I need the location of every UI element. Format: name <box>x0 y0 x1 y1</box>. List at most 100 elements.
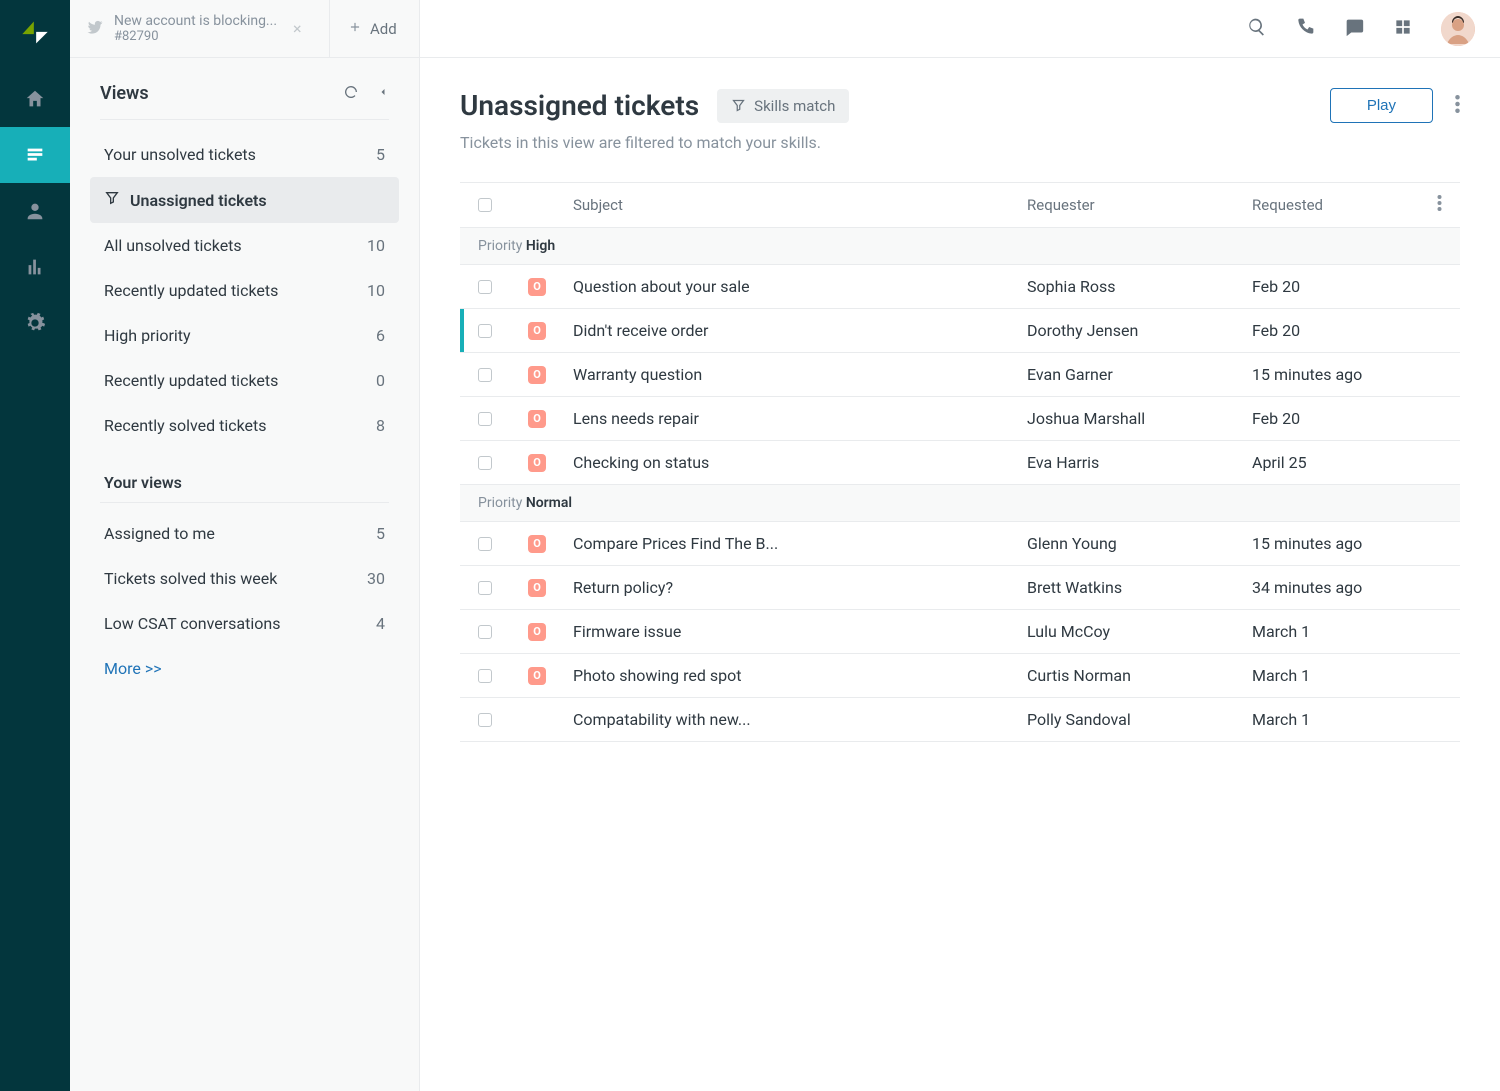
top-bar: New account is blocking... #82790 × Add <box>420 0 1500 58</box>
view-item[interactable]: Your unsolved tickets5 <box>90 132 399 177</box>
col-requester[interactable]: Requester <box>1027 196 1252 214</box>
view-item[interactable]: High priority6 <box>90 313 399 358</box>
row-checkbox[interactable] <box>478 456 492 470</box>
view-count: 10 <box>367 236 385 255</box>
view-label: All unsolved tickets <box>104 236 242 255</box>
row-checkbox[interactable] <box>478 625 492 639</box>
skills-match-label: Skills match <box>754 97 835 115</box>
table-row[interactable]: O Return policy? Brett Watkins 34 minute… <box>460 566 1460 610</box>
ticket-requester: Brett Watkins <box>1027 578 1252 597</box>
table-row[interactable]: O Photo showing red spot Curtis Norman M… <box>460 654 1460 698</box>
ticket-requested: Feb 20 <box>1252 409 1422 428</box>
row-checkbox[interactable] <box>478 581 492 595</box>
view-label: Tickets solved this week <box>104 569 277 588</box>
row-checkbox[interactable] <box>478 280 492 294</box>
avatar[interactable] <box>1441 12 1475 46</box>
row-checkbox[interactable] <box>478 669 492 683</box>
page-menu-icon[interactable] <box>1455 95 1460 117</box>
nav-views[interactable] <box>0 127 70 183</box>
collapse-icon[interactable] <box>377 84 389 103</box>
view-item[interactable]: Tickets solved this week 30 <box>90 556 399 601</box>
apps-icon[interactable] <box>1393 17 1413 41</box>
ticket-requester: Evan Garner <box>1027 365 1252 384</box>
view-label: Your unsolved tickets <box>104 145 256 164</box>
nav-admin[interactable] <box>0 295 70 351</box>
row-checkbox[interactable] <box>478 324 492 338</box>
ticket-requested: 15 minutes ago <box>1252 534 1422 553</box>
row-checkbox[interactable] <box>478 537 492 551</box>
view-label: Low CSAT conversations <box>104 614 280 633</box>
ticket-requester: Eva Harris <box>1027 453 1252 472</box>
nav-customers[interactable] <box>0 183 70 239</box>
nav-home[interactable] <box>0 71 70 127</box>
group-prefix: Priority <box>478 495 522 511</box>
col-requested[interactable]: Requested <box>1252 196 1422 214</box>
view-count: 6 <box>376 326 385 345</box>
nav-reports[interactable] <box>0 239 70 295</box>
view-item[interactable]: Assigned to me 5 <box>90 511 399 556</box>
ticket-requested: Feb 20 <box>1252 321 1422 340</box>
ticket-requester: Glenn Young <box>1027 534 1252 553</box>
table-row[interactable]: O Lens needs repair Joshua Marshall Feb … <box>460 397 1460 441</box>
view-item[interactable]: Recently updated tickets10 <box>90 268 399 313</box>
view-item[interactable]: Recently solved tickets 8 <box>90 403 399 448</box>
ticket-subject: Firmware issue <box>573 622 1027 641</box>
ticket-subject: Return policy? <box>573 578 1027 597</box>
table-row[interactable]: O Question about your sale Sophia Ross F… <box>460 265 1460 309</box>
ticket-requester: Curtis Norman <box>1027 666 1252 685</box>
select-all-checkbox[interactable] <box>478 198 492 212</box>
table-row[interactable]: O Warranty question Evan Garner 15 minut… <box>460 353 1460 397</box>
view-count: 30 <box>367 569 385 588</box>
view-label: Assigned to me <box>104 524 215 543</box>
view-item[interactable]: All unsolved tickets 10 <box>90 223 399 268</box>
row-checkbox[interactable] <box>478 368 492 382</box>
ticket-subject: Compare Prices Find The B... <box>573 534 1027 553</box>
view-item[interactable]: Low CSAT conversations4 <box>90 601 399 646</box>
status-badge: O <box>528 366 546 384</box>
ticket-subject: Question about your sale <box>573 277 1027 296</box>
view-count: 5 <box>376 524 385 543</box>
ticket-tab[interactable]: New account is blocking... #82790 × <box>70 0 330 57</box>
skills-match-filter[interactable]: Skills match <box>717 89 849 123</box>
status-badge: O <box>528 535 546 553</box>
play-button[interactable]: Play <box>1330 88 1433 123</box>
col-subject[interactable]: Subject <box>573 196 1027 214</box>
tab-subtitle: #82790 <box>114 29 277 44</box>
phone-icon[interactable] <box>1295 17 1315 41</box>
group-header: Priority High <box>460 228 1460 265</box>
view-label: Recently solved tickets <box>104 416 267 435</box>
view-count: 8 <box>376 416 385 435</box>
add-tab-button[interactable]: Add <box>330 0 415 57</box>
close-icon[interactable]: × <box>293 19 302 38</box>
status-badge: O <box>528 667 546 685</box>
table-row[interactable]: O Didn't receive order Dorothy Jensen Fe… <box>460 309 1460 353</box>
table-row[interactable]: Compatability with new... Polly Sandoval… <box>460 698 1460 742</box>
ticket-requested: March 1 <box>1252 666 1422 685</box>
tab-title: New account is blocking... <box>114 13 277 29</box>
row-checkbox[interactable] <box>478 713 492 727</box>
nav-rail <box>0 0 70 1091</box>
chat-icon[interactable] <box>1343 16 1365 42</box>
view-count: 10 <box>367 281 385 300</box>
ticket-requester: Dorothy Jensen <box>1027 321 1252 340</box>
app-logo <box>17 15 53 51</box>
view-label: Recently updated tickets <box>104 371 278 390</box>
page-subtitle: Tickets in this view are filtered to mat… <box>460 133 1460 152</box>
table-row[interactable]: O Compare Prices Find The B... Glenn You… <box>460 522 1460 566</box>
more-views-link[interactable]: More >> <box>90 646 399 691</box>
ticket-requested: Feb 20 <box>1252 277 1422 296</box>
row-checkbox[interactable] <box>478 412 492 426</box>
search-icon[interactable] <box>1247 17 1267 41</box>
main-area: New account is blocking... #82790 × Add <box>420 0 1500 1091</box>
status-badge: O <box>528 454 546 472</box>
refresh-icon[interactable] <box>343 84 359 104</box>
ticket-subject: Compatability with new... <box>573 710 1027 729</box>
ticket-subject: Warranty question <box>573 365 1027 384</box>
view-item[interactable]: Unassigned tickets <box>90 177 399 223</box>
table-row[interactable]: O Checking on status Eva Harris April 25 <box>460 441 1460 485</box>
ticket-subject: Lens needs repair <box>573 409 1027 428</box>
ticket-requested: 15 minutes ago <box>1252 365 1422 384</box>
table-menu-icon[interactable] <box>1437 197 1442 215</box>
view-item[interactable]: Recently updated tickets0 <box>90 358 399 403</box>
table-row[interactable]: O Firmware issue Lulu McCoy March 1 <box>460 610 1460 654</box>
